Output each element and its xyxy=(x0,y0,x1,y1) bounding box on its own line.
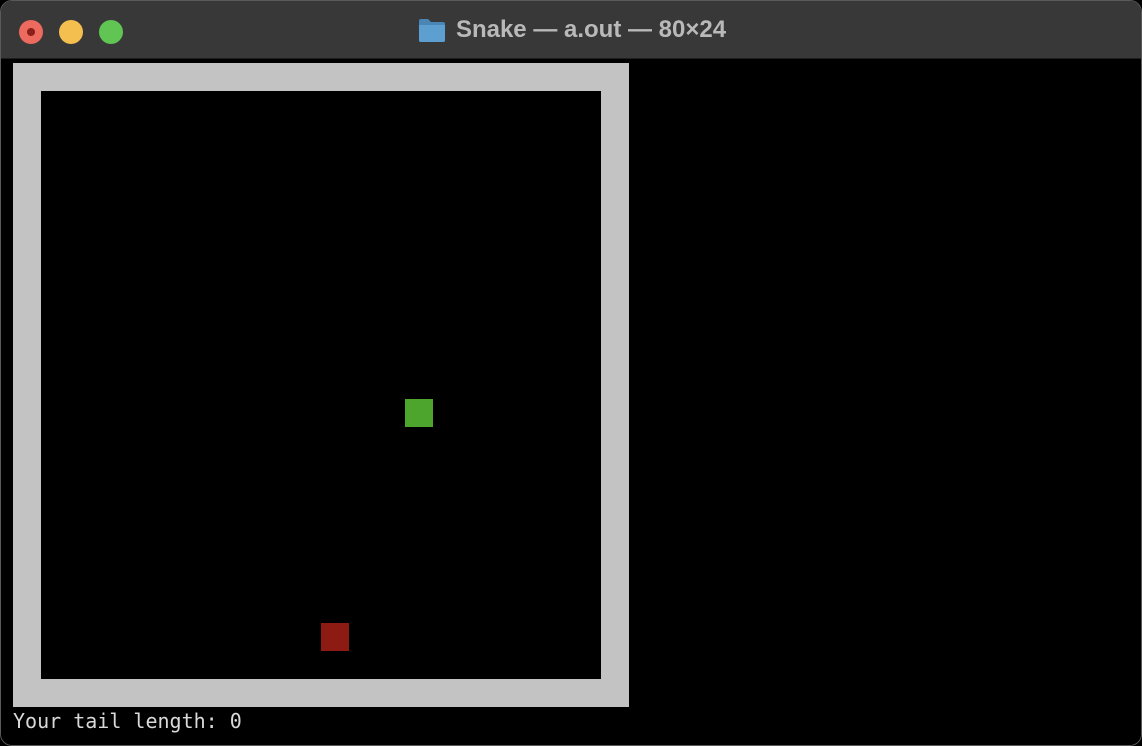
title-bar[interactable]: Snake — a.out — 80×24 xyxy=(1,1,1141,59)
snake-head xyxy=(405,399,433,427)
folder-icon xyxy=(418,17,446,43)
window-title: Snake — a.out — 80×24 xyxy=(455,16,727,43)
tail-length-status: Your tail length: 0 xyxy=(13,709,242,733)
terminal-content[interactable]: Your tail length: 0 xyxy=(1,59,1141,745)
game-board xyxy=(41,91,601,679)
game-board-border xyxy=(13,63,629,707)
window-title-group: Snake — a.out — 80×24 xyxy=(1,1,1141,59)
food-item xyxy=(321,623,349,651)
terminal-window: Snake — a.out — 80×24 Your tail length: … xyxy=(0,0,1142,746)
